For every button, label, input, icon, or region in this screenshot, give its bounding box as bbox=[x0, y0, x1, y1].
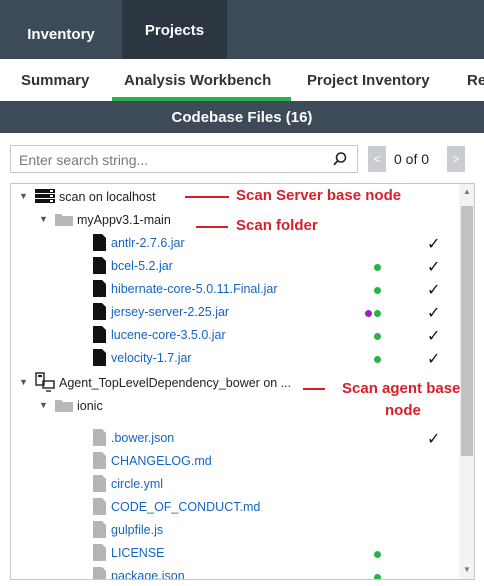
tree-node-file[interactable]: circle.yml bbox=[11, 473, 459, 496]
tree-node-file[interactable]: CHANGELOG.md bbox=[11, 450, 459, 473]
tree-node-label: antlr-2.7.6.jar bbox=[111, 236, 185, 250]
tree-node-file[interactable]: antlr-2.7.6.jar ✓ bbox=[11, 232, 459, 255]
annotation-line bbox=[185, 196, 229, 198]
next-page-button[interactable]: > bbox=[447, 146, 465, 172]
expand-toggle-icon[interactable]: ▼ bbox=[39, 400, 48, 410]
search-placeholder: Enter search string... bbox=[19, 152, 149, 168]
status-dot-green bbox=[374, 287, 381, 294]
file-icon bbox=[93, 326, 106, 348]
tree-node-file[interactable]: velocity-1.7.jar ✓ bbox=[11, 347, 459, 370]
scrollbar-thumb[interactable] bbox=[461, 206, 473, 456]
tree-node-scan-folder[interactable]: ▼ myAppv3.1-main bbox=[11, 209, 459, 232]
tree-node-label: hibernate-core-5.0.11.Final.jar bbox=[111, 282, 278, 296]
tab-project-inventory[interactable]: Project Inventory bbox=[307, 72, 430, 89]
tab-projects[interactable]: Projects bbox=[122, 0, 227, 59]
codebase-files-header: Codebase Files (16) bbox=[0, 101, 484, 133]
tree-node-label: CODE_OF_CONDUCT.md bbox=[111, 500, 261, 514]
tree-node-label: .bower.json bbox=[111, 431, 175, 445]
prev-page-button[interactable]: < bbox=[368, 146, 386, 172]
check-icon: ✓ bbox=[427, 259, 441, 276]
search-field[interactable]: Enter search string... bbox=[10, 145, 358, 173]
tree-node-label: package.json bbox=[111, 569, 185, 580]
agent-icon bbox=[35, 372, 55, 397]
tree-node-file[interactable]: gulpfile.js bbox=[11, 519, 459, 542]
file-icon bbox=[93, 498, 106, 520]
expand-toggle-icon[interactable]: ▼ bbox=[19, 377, 28, 387]
file-icon bbox=[93, 521, 106, 543]
annotation-scan-agent-line2: node bbox=[385, 402, 421, 419]
status-dot-green bbox=[374, 574, 381, 579]
check-icon: ✓ bbox=[427, 282, 441, 299]
scroll-down-icon[interactable]: ▼ bbox=[460, 564, 474, 576]
folder-icon bbox=[55, 213, 73, 231]
annotation-scan-server: Scan Server base node bbox=[236, 187, 402, 204]
file-icon bbox=[93, 349, 106, 371]
tree-node-label: LICENSE bbox=[111, 546, 165, 560]
tree-node-label: Agent_TopLevelDependency_bower on ... bbox=[59, 376, 292, 390]
file-icon bbox=[93, 257, 106, 279]
tab-analysis-workbench[interactable]: Analysis Workbench bbox=[124, 72, 271, 89]
tree-node-file[interactable]: lucene-core-3.5.0.jar ✓ bbox=[11, 324, 459, 347]
status-dot-purple bbox=[365, 310, 372, 317]
file-icon bbox=[93, 429, 106, 451]
file-icon bbox=[93, 475, 106, 497]
annotation-line bbox=[303, 388, 325, 390]
check-icon: ✓ bbox=[427, 328, 441, 345]
tree-node-label: ionic bbox=[77, 399, 103, 413]
tree-node-file[interactable]: LICENSE bbox=[11, 542, 459, 565]
check-icon: ✓ bbox=[427, 431, 441, 448]
check-icon: ✓ bbox=[427, 305, 441, 322]
server-icon bbox=[35, 188, 55, 209]
tree-node-file[interactable]: bcel-5.2.jar ✓ bbox=[11, 255, 459, 278]
tree-node-label: velocity-1.7.jar bbox=[111, 351, 192, 365]
tree-node-label: CHANGELOG.md bbox=[111, 454, 212, 468]
tree-node-label: jersey-server-2.25.jar bbox=[111, 305, 230, 319]
scroll-up-icon[interactable]: ▲ bbox=[460, 186, 474, 198]
tree-node-file[interactable]: CODE_OF_CONDUCT.md bbox=[11, 496, 459, 519]
annotation-line bbox=[196, 226, 228, 228]
tree-node-label: circle.yml bbox=[111, 477, 164, 491]
expand-toggle-icon[interactable]: ▼ bbox=[39, 214, 48, 224]
tab-inventory[interactable]: Inventory bbox=[0, 0, 122, 59]
tab-summary[interactable]: Summary bbox=[21, 72, 89, 89]
check-icon: ✓ bbox=[427, 351, 441, 368]
tree-node-file[interactable]: jersey-server-2.25.jar ✓ bbox=[11, 301, 459, 324]
file-icon bbox=[93, 452, 106, 474]
file-icon bbox=[93, 544, 106, 566]
expand-toggle-icon[interactable]: ▼ bbox=[19, 191, 28, 201]
file-icon bbox=[93, 567, 106, 579]
folder-icon bbox=[55, 399, 73, 417]
top-nav: Inventory Projects bbox=[0, 0, 484, 59]
file-icon bbox=[93, 234, 106, 256]
file-icon bbox=[93, 303, 106, 325]
search-icon[interactable] bbox=[332, 151, 348, 172]
tree-node-file[interactable]: package.json bbox=[11, 565, 459, 580]
tree-node-label: scan on localhost bbox=[59, 190, 156, 204]
status-dot-green bbox=[374, 356, 381, 363]
tree-node-label: gulpfile.js bbox=[111, 523, 164, 537]
tree-node-file[interactable]: .bower.json ✓ bbox=[11, 427, 459, 450]
status-dot-green bbox=[374, 264, 381, 271]
page-count: 0 of 0 bbox=[394, 151, 430, 167]
annotation-scan-agent-line1: Scan agent base bbox=[342, 380, 461, 397]
tree-node-file[interactable]: hibernate-core-5.0.11.Final.jar ✓ bbox=[11, 278, 459, 301]
file-icon bbox=[93, 280, 106, 302]
status-dot-green bbox=[374, 310, 381, 317]
check-icon: ✓ bbox=[427, 236, 441, 253]
tab-re-truncated[interactable]: Re bbox=[467, 72, 484, 89]
status-dot-green bbox=[374, 333, 381, 340]
tree-node-label: bcel-5.2.jar bbox=[111, 259, 173, 273]
annotation-scan-folder: Scan folder bbox=[236, 217, 318, 234]
sub-nav: Summary Analysis Workbench Project Inven… bbox=[0, 59, 484, 101]
status-dot-green bbox=[374, 551, 381, 558]
tree-node-label: myAppv3.1-main bbox=[77, 213, 171, 227]
tree-node-label: lucene-core-3.5.0.jar bbox=[111, 328, 226, 342]
